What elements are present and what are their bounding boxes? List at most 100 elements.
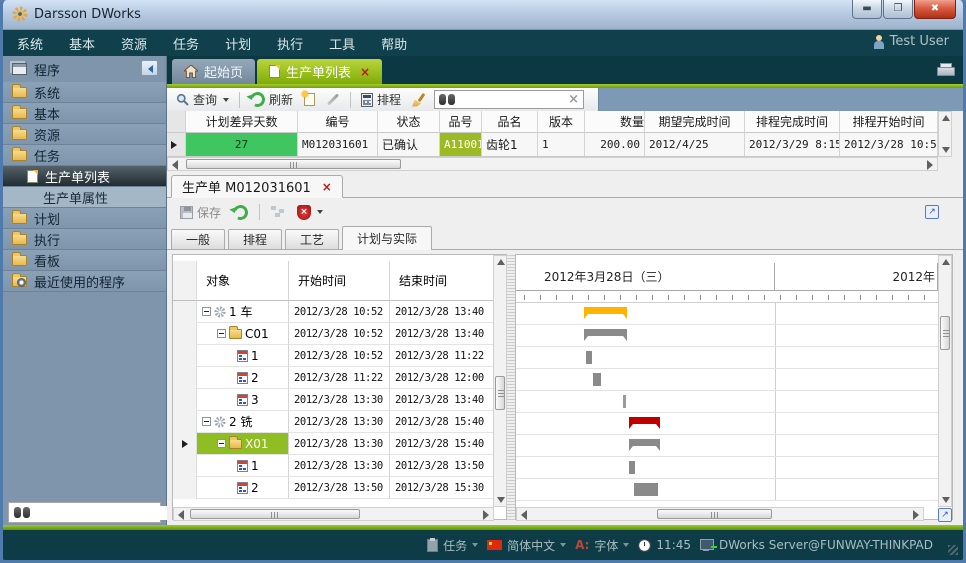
close-button[interactable]: ✖ bbox=[914, 0, 956, 19]
gantt-bar[interactable] bbox=[584, 307, 627, 314]
menu-help[interactable]: 帮助 bbox=[369, 30, 419, 57]
edit-button[interactable] bbox=[323, 96, 343, 103]
sidebar-item-task[interactable]: 任务 bbox=[3, 145, 166, 166]
collapse-toggle-icon[interactable] bbox=[217, 329, 226, 338]
close-detail-icon[interactable]: × bbox=[322, 180, 332, 194]
tree-row[interactable]: 3 2012/3/28 13:30 2012/3/28 13:40 bbox=[173, 389, 494, 411]
status-font-dropdown[interactable]: A: 字体 bbox=[575, 537, 629, 554]
tree-row[interactable]: 1 2012/3/28 13:30 2012/3/28 13:50 bbox=[173, 455, 494, 477]
col-qty[interactable]: 数量 bbox=[585, 111, 645, 133]
gantt-bar[interactable] bbox=[586, 351, 592, 364]
cancel-confirm-button[interactable]: × bbox=[294, 203, 326, 222]
col-item-name[interactable]: 品名 bbox=[482, 111, 538, 133]
gantt-bar[interactable] bbox=[584, 329, 627, 336]
cell-version[interactable]: 1 bbox=[538, 133, 585, 157]
cell-item-name[interactable]: 齿轮1 bbox=[482, 133, 538, 157]
row-selector[interactable] bbox=[167, 133, 186, 157]
row-selector[interactable] bbox=[173, 433, 197, 455]
sidebar-item-system[interactable]: 系统 bbox=[3, 82, 166, 103]
sidebar-item-resource[interactable]: 资源 bbox=[3, 124, 166, 145]
tree-col-object[interactable]: 对象 bbox=[197, 261, 289, 301]
col-sched-start[interactable]: 排程开始时间 bbox=[840, 111, 938, 133]
col-code[interactable]: 编号 bbox=[298, 111, 378, 133]
cell-expect-finish[interactable]: 2012/4/25 bbox=[645, 133, 745, 157]
detail-refresh-button[interactable] bbox=[230, 203, 251, 222]
cell-qty[interactable]: 200.00 bbox=[585, 133, 645, 157]
resize-grip[interactable] bbox=[948, 545, 958, 555]
tree-row[interactable]: 1 2012/3/28 10:52 2012/3/28 11:22 bbox=[173, 345, 494, 367]
menu-system[interactable]: 系统 bbox=[5, 30, 55, 57]
cell-sched-finish[interactable]: 2012/3/29 8:15 bbox=[745, 133, 840, 157]
sidebar-collapse-button[interactable] bbox=[141, 60, 158, 76]
refresh-button[interactable]: 刷新 bbox=[247, 89, 296, 110]
sidebar-item-production-order-list[interactable]: 生产单列表 bbox=[3, 166, 166, 187]
save-button[interactable]: 保存 bbox=[177, 202, 224, 223]
gantt-vertical-scrollbar[interactable] bbox=[938, 255, 952, 507]
col-status[interactable]: 状态 bbox=[378, 111, 440, 133]
col-sched-finish[interactable]: 排程完成时间 bbox=[745, 111, 840, 133]
tab-plan-vs-actual[interactable]: 计划与实际 bbox=[342, 226, 432, 250]
sidebar-item-basic[interactable]: 基本 bbox=[3, 103, 166, 124]
current-user[interactable]: Test User bbox=[873, 34, 949, 49]
gantt-bar[interactable] bbox=[593, 373, 601, 386]
minimize-button[interactable]: ▬ bbox=[852, 0, 882, 19]
cell-item-no[interactable]: A11001 bbox=[440, 133, 482, 157]
col-plan-diff[interactable]: 计划差异天数 bbox=[186, 111, 298, 133]
printer-icon[interactable] bbox=[937, 63, 953, 76]
col-version[interactable]: 版本 bbox=[538, 111, 585, 133]
tab-start-page[interactable]: 起始页 bbox=[172, 59, 255, 84]
split-handle[interactable] bbox=[507, 254, 515, 520]
collapse-toggle-icon[interactable] bbox=[217, 439, 226, 448]
query-button[interactable]: 查询 bbox=[173, 89, 232, 110]
flow-button[interactable] bbox=[268, 204, 288, 220]
tab-production-order-list[interactable]: 生产单列表 × bbox=[257, 59, 382, 84]
grid-horizontal-scrollbar[interactable] bbox=[167, 157, 938, 171]
popout-icon[interactable]: ↗ bbox=[925, 205, 939, 219]
tree-row[interactable]: 2 铣 2012/3/28 13:30 2012/3/28 15:40 bbox=[173, 411, 494, 433]
sidebar-item-plan[interactable]: 计划 bbox=[3, 208, 166, 229]
clean-button[interactable] bbox=[409, 91, 429, 109]
query-dropdown-icon[interactable] bbox=[223, 98, 229, 102]
sidebar-item-execute[interactable]: 执行 bbox=[3, 229, 166, 250]
tree-col-end[interactable]: 结束时间 bbox=[390, 261, 494, 301]
collapse-toggle-icon[interactable] bbox=[202, 307, 211, 316]
menu-basic[interactable]: 基本 bbox=[57, 30, 107, 57]
menu-resource[interactable]: 资源 bbox=[109, 30, 159, 57]
tab-general[interactable]: 一般 bbox=[171, 229, 225, 249]
col-item-no[interactable]: 品号 bbox=[440, 111, 482, 133]
gantt-bar[interactable] bbox=[629, 439, 660, 446]
status-language-dropdown[interactable]: 简体中文 bbox=[487, 537, 566, 554]
collapse-toggle-icon[interactable] bbox=[202, 417, 211, 426]
tree-row[interactable]: 2 2012/3/28 13:50 2012/3/28 15:30 bbox=[173, 477, 494, 499]
gantt-bar[interactable] bbox=[623, 395, 626, 408]
gantt-bar[interactable] bbox=[629, 461, 635, 474]
menu-task[interactable]: 任务 bbox=[161, 30, 211, 57]
clear-search-icon[interactable]: × bbox=[568, 92, 579, 107]
sidebar-search-input[interactable] bbox=[35, 506, 185, 520]
cell-plan-diff[interactable]: 27 bbox=[186, 133, 298, 157]
gantt-bar[interactable] bbox=[634, 483, 658, 496]
tree-col-start[interactable]: 开始时间 bbox=[289, 261, 390, 301]
toolbar-search-input[interactable] bbox=[459, 93, 564, 107]
gantt-horizontal-scrollbar[interactable] bbox=[516, 507, 924, 521]
tab-process[interactable]: 工艺 bbox=[285, 229, 339, 249]
menu-plan[interactable]: 计划 bbox=[213, 30, 263, 57]
cell-sched-start[interactable]: 2012/3/28 10:52 bbox=[840, 133, 938, 157]
col-expect-finish[interactable]: 期望完成时间 bbox=[645, 111, 745, 133]
grid-data-row[interactable]: 27 M012031601 已确认 A11001 齿轮1 1 200.00 20… bbox=[167, 133, 963, 157]
tree-row[interactable]: 2 2012/3/28 11:22 2012/3/28 12:00 bbox=[173, 367, 494, 389]
sidebar-item-kanban[interactable]: 看板 bbox=[3, 250, 166, 271]
gantt-popout-icon[interactable]: ↗ bbox=[938, 508, 952, 522]
tree-row-selected[interactable]: X01 2012/3/28 13:30 2012/3/28 15:40 bbox=[173, 433, 494, 455]
grid-vertical-scrollbar[interactable] bbox=[938, 111, 952, 157]
shield-dropdown-icon[interactable] bbox=[317, 210, 323, 214]
tree-vertical-scrollbar[interactable] bbox=[493, 255, 507, 507]
tab-schedule[interactable]: 排程 bbox=[228, 229, 282, 249]
schedule-button[interactable]: 排程 bbox=[358, 89, 404, 110]
tree-row[interactable]: 1 车 2012/3/28 10:52 2012/3/28 13:40 bbox=[173, 301, 494, 323]
close-tab-icon[interactable]: × bbox=[360, 65, 370, 79]
maximize-button[interactable]: ❐ bbox=[883, 0, 913, 19]
cell-status[interactable]: 已确认 bbox=[378, 133, 440, 157]
sidebar-item-recent-programs[interactable]: 最近使用的程序 bbox=[3, 271, 166, 292]
menu-tools[interactable]: 工具 bbox=[317, 30, 367, 57]
